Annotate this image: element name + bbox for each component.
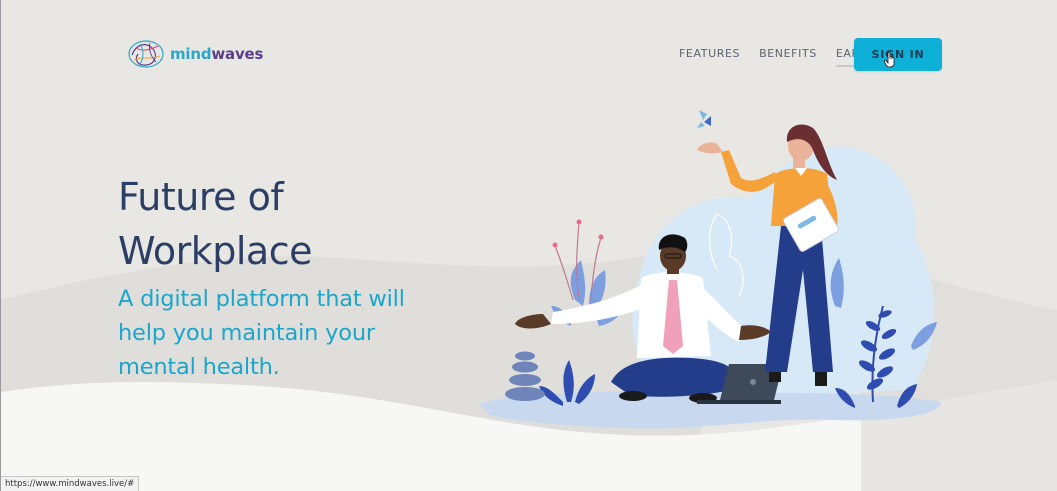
hero-subtitle: A digital platform that will help you ma… xyxy=(118,286,405,380)
nav-item-features[interactable]: FEATURES xyxy=(679,47,740,60)
brand-name: mindwaves xyxy=(170,45,263,63)
landing-page: mindwaves FEATURES BENEFITS EAP SIGN IN … xyxy=(0,0,1057,491)
hero-title-line1: Future of xyxy=(118,175,284,219)
status-bar-url: https://www.mindwaves.live/# xyxy=(1,476,140,491)
mental-wellness-illustration xyxy=(479,110,941,429)
main-nav: FEATURES BENEFITS EAP xyxy=(679,47,878,67)
nav-item-benefits[interactable]: BENEFITS xyxy=(759,47,817,60)
butterfly-icon xyxy=(697,110,711,128)
logo[interactable]: mindwaves xyxy=(126,38,263,70)
stone-stack xyxy=(505,351,545,401)
brain-logo-icon xyxy=(128,40,164,68)
hero-title: Future of Workplace xyxy=(118,170,478,278)
hand-cursor-icon xyxy=(884,52,895,68)
brand-name-part2: waves xyxy=(211,45,264,63)
sign-in-button[interactable]: SIGN IN xyxy=(854,38,942,71)
brand-name-part1: mind xyxy=(170,45,212,63)
hero-title-line2: Workplace xyxy=(118,229,312,273)
